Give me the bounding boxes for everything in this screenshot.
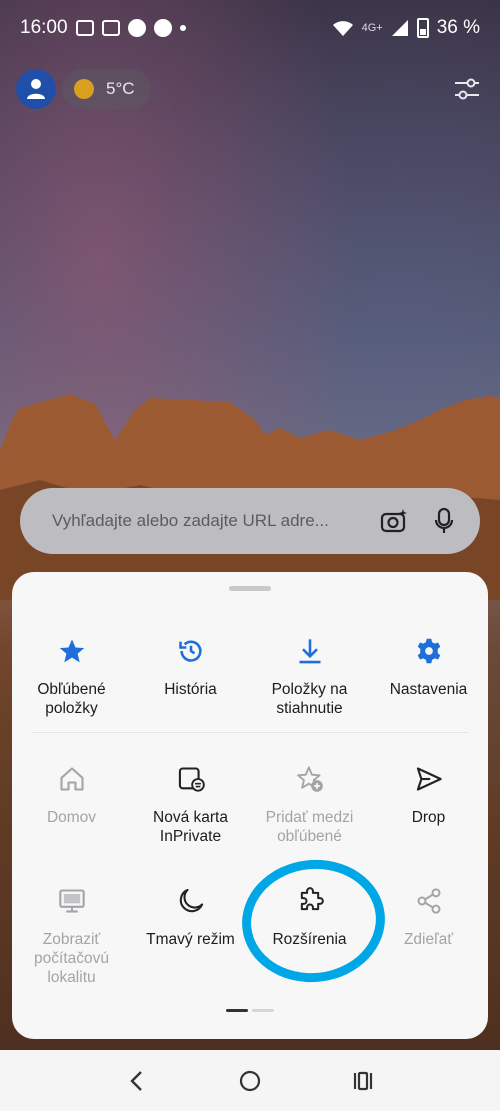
star-icon (58, 634, 86, 668)
search-bar[interactable]: Vyhľadajte alebo zadajte URL adre... (20, 488, 480, 554)
menu-item-downloads[interactable]: Položky na stiahnutie (250, 634, 369, 718)
person-icon (27, 79, 45, 99)
menu-item-label: Zobraziť počítačovú lokalitu (34, 931, 109, 986)
menu-item-drop[interactable]: Drop (369, 762, 488, 846)
add-favorite-icon (296, 762, 324, 796)
moon-icon (177, 884, 205, 918)
back-chevron-icon (129, 1070, 142, 1091)
visual-search-camera-icon[interactable] (378, 505, 410, 537)
menu-item-settings[interactable]: Nastavenia (369, 634, 488, 718)
menu-item-label: Drop (411, 809, 446, 826)
menu-item-label: Nastavenia (389, 681, 468, 698)
copy-notification-icon (101, 20, 120, 36)
menu-item-add-favorite[interactable]: Pridať medzi obľúbené (250, 762, 369, 846)
battery-level: 36 % (436, 17, 480, 38)
wifi-icon (332, 21, 353, 36)
menu-item-label: Pridať medzi obľúbené (265, 809, 354, 845)
customize-icon[interactable] (452, 74, 482, 104)
menu-item-label: História (164, 681, 217, 698)
menu-item-favorites[interactable]: Obľúbené položky (12, 634, 131, 718)
menu-item-label: Nová karta InPrivate (153, 809, 228, 845)
microphone-icon[interactable] (428, 505, 460, 537)
desktop-icon (58, 884, 86, 918)
notification-icon (75, 20, 94, 36)
send-icon (415, 762, 443, 796)
menu-item-label: Obľúbené položky (37, 681, 106, 717)
app-notification-icon (127, 19, 146, 37)
menu-item-share[interactable]: Zdieľať (369, 884, 488, 987)
temperature: 5°C (106, 79, 135, 98)
weather-widget[interactable]: 5°C (62, 69, 151, 109)
menu-item-label: Položky na stiahnutie (271, 681, 348, 717)
search-input[interactable]: Vyhľadajte alebo zadajte URL adre... (52, 511, 360, 531)
profile-avatar[interactable] (16, 69, 56, 109)
home-circle-icon (239, 1070, 261, 1091)
menu-item-label: Domov (46, 809, 97, 826)
menu-item-label: Zdieľať (403, 931, 454, 948)
network-type: 4G+ (361, 22, 383, 34)
menu-row: Obľúbené položky História Položky na sti… (12, 634, 488, 718)
inprivate-tab-icon (177, 762, 205, 796)
menu-divider (32, 732, 468, 733)
menu-item-label: Tmavý režim (146, 931, 235, 948)
menu-row: Domov Nová karta InPrivate Pridať medzi … (12, 762, 488, 846)
recents-icon (354, 1071, 373, 1090)
share-icon (415, 884, 443, 918)
page-dot[interactable] (252, 1009, 274, 1012)
sun-icon (74, 79, 94, 99)
chat-notification-icon (153, 19, 172, 37)
home-button[interactable] (230, 1061, 270, 1101)
back-button[interactable] (117, 1061, 157, 1101)
menu-item-inprivate-tab[interactable]: Nová karta InPrivate (131, 762, 250, 846)
drag-handle[interactable] (229, 586, 271, 591)
gear-icon (415, 634, 443, 668)
more-notifications-dot (179, 25, 186, 31)
system-navigation-bar (0, 1050, 500, 1111)
page-dot-active[interactable] (226, 1009, 248, 1012)
menu-item-dark-mode[interactable]: Tmavý režim (131, 884, 250, 987)
status-bar: 16:00 4G+ 36 % (0, 0, 500, 56)
menu-item-desktop-site[interactable]: Zobraziť počítačovú lokalitu (12, 884, 131, 987)
home-icon (58, 762, 86, 796)
recents-button[interactable] (343, 1061, 383, 1101)
download-icon (296, 634, 324, 668)
battery-icon (416, 18, 429, 38)
page-indicator (226, 1009, 274, 1012)
signal-icon (391, 20, 408, 36)
status-time: 16:00 (20, 17, 68, 38)
menu-item-home[interactable]: Domov (12, 762, 131, 846)
menu-item-history[interactable]: História (131, 634, 250, 718)
browser-menu-sheet: Obľúbené položky História Položky na sti… (12, 572, 488, 1039)
history-icon (177, 634, 205, 668)
